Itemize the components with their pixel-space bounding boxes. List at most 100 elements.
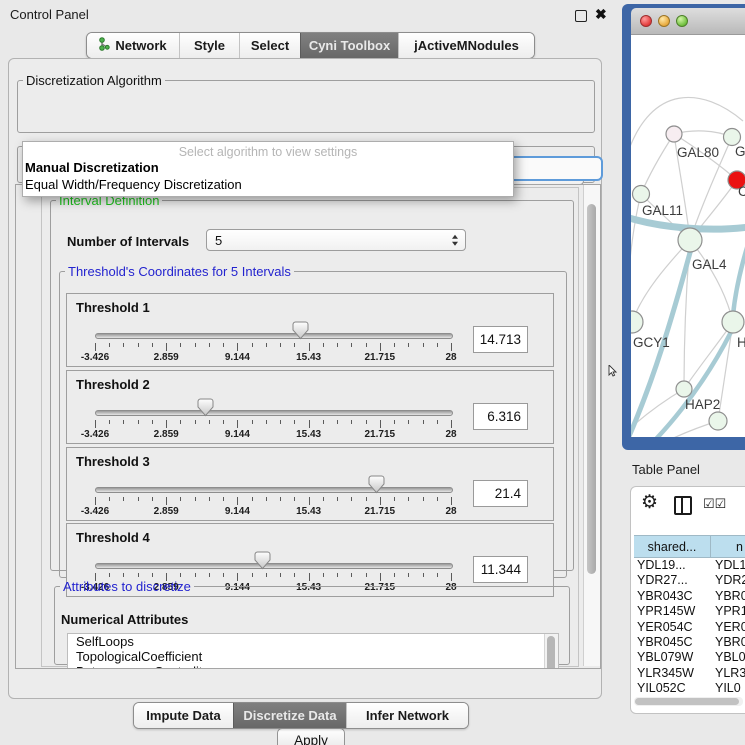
column-header-shared[interactable]: shared... — [634, 535, 711, 558]
tab-select[interactable]: Select — [239, 33, 300, 58]
menu-item-equal-width-frequency[interactable]: Equal Width/Frequency Discretization — [25, 177, 242, 192]
cell-shared-name: YBR045C — [634, 635, 711, 650]
mouse-cursor — [608, 364, 617, 382]
tab-impute-data[interactable]: Impute Data — [134, 703, 233, 728]
threshold-value-field[interactable]: 21.4 — [473, 480, 528, 507]
checkbox-icons[interactable]: ☑☑ — [703, 496, 726, 512]
cyni-toolbox-panel: Discretization Algorithm Select algorith… — [8, 58, 602, 699]
algorithm-dropdown-popup: Select algorithm to view settings Manual… — [22, 141, 514, 197]
slider-thumb[interactable] — [254, 551, 271, 570]
slider-thumb[interactable] — [292, 321, 309, 340]
table-rows: YDL19...YDL1YDR27...YDR2YBR043CYBR0YPR14… — [634, 558, 745, 696]
network-view-window: GAL80GCGAL11GAL4GCY1HHAP2 — [622, 4, 745, 450]
cell-name: YBR0 — [711, 635, 745, 650]
tab-label: Cyni Toolbox — [309, 38, 390, 53]
node-right[interactable] — [722, 311, 744, 333]
threshold-value-field[interactable]: 14.713 — [473, 326, 528, 353]
network-canvas[interactable]: GAL80GCGAL11GAL4GCY1HHAP2 — [631, 35, 745, 437]
tab-cyni-toolbox[interactable]: Cyni Toolbox — [300, 33, 398, 58]
zoom-traffic-light[interactable] — [676, 15, 688, 27]
list-scrollbar[interactable] — [544, 634, 558, 669]
slider-track[interactable] — [95, 410, 453, 416]
scrollbar-thumb[interactable] — [547, 636, 555, 669]
network-window-titlebar[interactable] — [631, 8, 745, 35]
attribute-list-item[interactable]: SelfLoops — [68, 634, 558, 649]
node-label: HAP2 — [685, 397, 720, 412]
table-row[interactable]: YPR145WYPR1 — [634, 604, 745, 619]
settings-vertical-scrollbar[interactable] — [583, 185, 600, 666]
table-row[interactable]: YER054CYER0 — [634, 620, 745, 635]
table-header-row: shared... n — [634, 535, 745, 558]
table-row[interactable]: YBR043CYBR0 — [634, 589, 745, 604]
node-label: G — [735, 144, 745, 159]
GCY1-node[interactable] — [631, 311, 643, 333]
numerical-attributes-label: Numerical Attributes — [61, 612, 188, 627]
float-window-icon[interactable] — [575, 10, 587, 22]
tab-label: Select — [251, 38, 289, 53]
HAP2-node[interactable] — [676, 381, 692, 397]
slider-track[interactable] — [95, 333, 453, 339]
tab-discretize-data[interactable]: Discretize Data — [233, 703, 346, 728]
close-icon[interactable]: ✖ — [595, 6, 607, 23]
slider-thumb[interactable] — [197, 398, 214, 417]
network-edge — [733, 241, 745, 315]
tick-label: 28 — [445, 352, 456, 363]
threshold-panel: Threshold 1-3.4262.8599.14415.4321.71528… — [66, 293, 554, 367]
cell-shared-name: YER054C — [634, 620, 711, 635]
tick-label: 15.43 — [296, 352, 321, 363]
slider-track[interactable] — [95, 563, 453, 569]
GAL11-node[interactable] — [633, 186, 650, 203]
table-panel: ⚙ ☑☑ shared... n YDL19...YDL1YDR27...YDR… — [630, 486, 745, 714]
tick-label: 21.715 — [365, 429, 396, 440]
number-of-intervals-spinner[interactable]: 5 — [206, 229, 466, 251]
table-row[interactable]: YLR345WYLR3 — [634, 666, 745, 681]
table-row[interactable]: YDR27...YDR2 — [634, 573, 745, 588]
node-top-right[interactable] — [724, 129, 741, 146]
group-title: Discretization Algorithm — [23, 73, 165, 88]
node-bottom[interactable] — [709, 412, 727, 430]
network-edge — [684, 322, 733, 389]
column-header-name[interactable]: n — [711, 535, 745, 558]
table-row[interactable]: YBR045CYBR0 — [634, 635, 745, 650]
gear-icon[interactable]: ⚙ — [641, 493, 658, 512]
threshold-label: Threshold 4 — [76, 530, 150, 545]
tab-infer-network[interactable]: Infer Network — [346, 703, 468, 728]
scrollbar-thumb[interactable] — [587, 204, 596, 574]
thresholds-coordinates-group: Threshold's Coordinates for 5 Intervals … — [59, 264, 567, 578]
GAL80-node[interactable] — [666, 126, 682, 142]
tick-label: 28 — [445, 506, 456, 517]
network-edge — [631, 194, 641, 295]
minimize-traffic-light[interactable] — [658, 15, 670, 27]
top-tab-bar: Network Style Select Cyni Toolbox jActiv… — [86, 32, 535, 59]
close-traffic-light[interactable] — [640, 15, 652, 27]
node-label: GAL80 — [677, 145, 719, 160]
attribute-list-item[interactable]: BetweennessCentrality — [68, 664, 558, 669]
tab-jactivemnodules[interactable]: jActiveMNodules — [398, 33, 534, 58]
tick-label: -3.426 — [81, 506, 109, 517]
discretization-algorithm-group: Discretization Algorithm — [17, 73, 595, 133]
attribute-list-item[interactable]: TopologicalCoefficient — [68, 649, 558, 664]
table-horizontal-scrollbar[interactable] — [634, 697, 743, 706]
threshold-sliders-container: Threshold 1-3.4262.8599.14415.4321.71528… — [60, 279, 566, 577]
slider-track[interactable] — [95, 487, 453, 493]
apply-button[interactable]: Apply — [277, 728, 345, 745]
slider-thumb[interactable] — [368, 475, 385, 494]
spinner-value: 5 — [215, 233, 222, 248]
stepper-arrows-icon[interactable] — [452, 235, 458, 246]
menu-item-manual-discretization[interactable]: Manual Discretization — [25, 160, 159, 175]
threshold-label: Threshold 1 — [76, 300, 150, 315]
GAL4-node[interactable] — [678, 228, 702, 252]
columns-icon[interactable] — [674, 496, 692, 515]
tick-label: -3.426 — [81, 429, 109, 440]
control-panel-window: Control Panel ✖ Network Style Select Cyn… — [0, 0, 745, 745]
cell-name: YER0 — [711, 620, 745, 635]
table-row[interactable]: YIL052CYIL0 — [634, 681, 745, 696]
cell-name: YDL1 — [711, 558, 745, 573]
table-row[interactable]: YBL079WYBL0 — [634, 650, 745, 665]
tab-network[interactable]: Network — [87, 33, 179, 58]
node-label: GCY1 — [633, 335, 670, 350]
scrollbar-thumb[interactable] — [635, 698, 739, 705]
threshold-value-field[interactable]: 6.316 — [473, 403, 528, 430]
tab-style[interactable]: Style — [179, 33, 239, 58]
table-row[interactable]: YDL19...YDL1 — [634, 558, 745, 573]
